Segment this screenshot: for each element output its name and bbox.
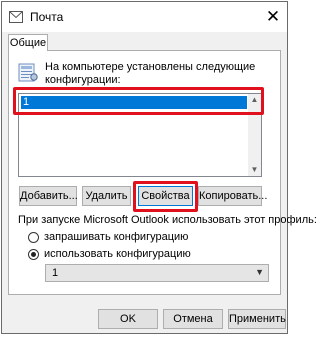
mail-icon	[9, 11, 23, 23]
ok-button[interactable]: OK	[98, 309, 158, 329]
chevron-down-icon[interactable]: ▼	[255, 267, 264, 277]
profile-list-item[interactable]: 1	[21, 96, 247, 109]
scroll-up-icon[interactable]: ▲	[248, 94, 261, 106]
radio-prompt-button[interactable]	[28, 232, 39, 243]
apply-button[interactable]: Применить	[228, 309, 286, 329]
close-icon[interactable]: ✕	[264, 8, 282, 26]
info-line-1: На компьютере установлены следующие	[45, 61, 256, 73]
profiles-listbox[interactable]: 1 ▲ ▼	[18, 93, 262, 177]
cancel-button[interactable]: Отмена	[163, 309, 223, 329]
dropdown-value: 1	[52, 267, 59, 279]
window-title: Почта	[30, 10, 64, 24]
properties-button[interactable]: Свойства	[138, 186, 193, 206]
startup-profile-label: При запуске Microsoft Outlook использова…	[18, 214, 317, 226]
profile-dropdown[interactable]: 1 ▼	[45, 264, 269, 282]
profile-icon	[17, 61, 39, 83]
profiles-info-text: На компьютере установлены следующие конф…	[45, 61, 265, 87]
title-bar: Почта ✕	[2, 2, 287, 32]
listbox-scrollbar[interactable]: ▲ ▼	[248, 94, 261, 176]
scroll-down-icon[interactable]: ▼	[248, 164, 261, 176]
general-panel: На компьютере установлены следующие конф…	[8, 50, 317, 295]
add-button[interactable]: Добавить...	[19, 186, 78, 206]
tab-general[interactable]: Общие	[8, 34, 48, 51]
remove-button[interactable]: Удалить	[82, 186, 131, 206]
mail-dialog: Почта ✕ Общие На компьютере установлены …	[1, 1, 317, 334]
info-line-2: конфигурации:	[45, 74, 121, 86]
copy-button[interactable]: Копировать...	[198, 186, 267, 206]
radio-use-label: использовать конфигурацию	[44, 248, 191, 260]
radio-prompt-label: запрашивать конфигурацию	[44, 231, 189, 243]
radio-use-button[interactable]	[28, 249, 39, 260]
